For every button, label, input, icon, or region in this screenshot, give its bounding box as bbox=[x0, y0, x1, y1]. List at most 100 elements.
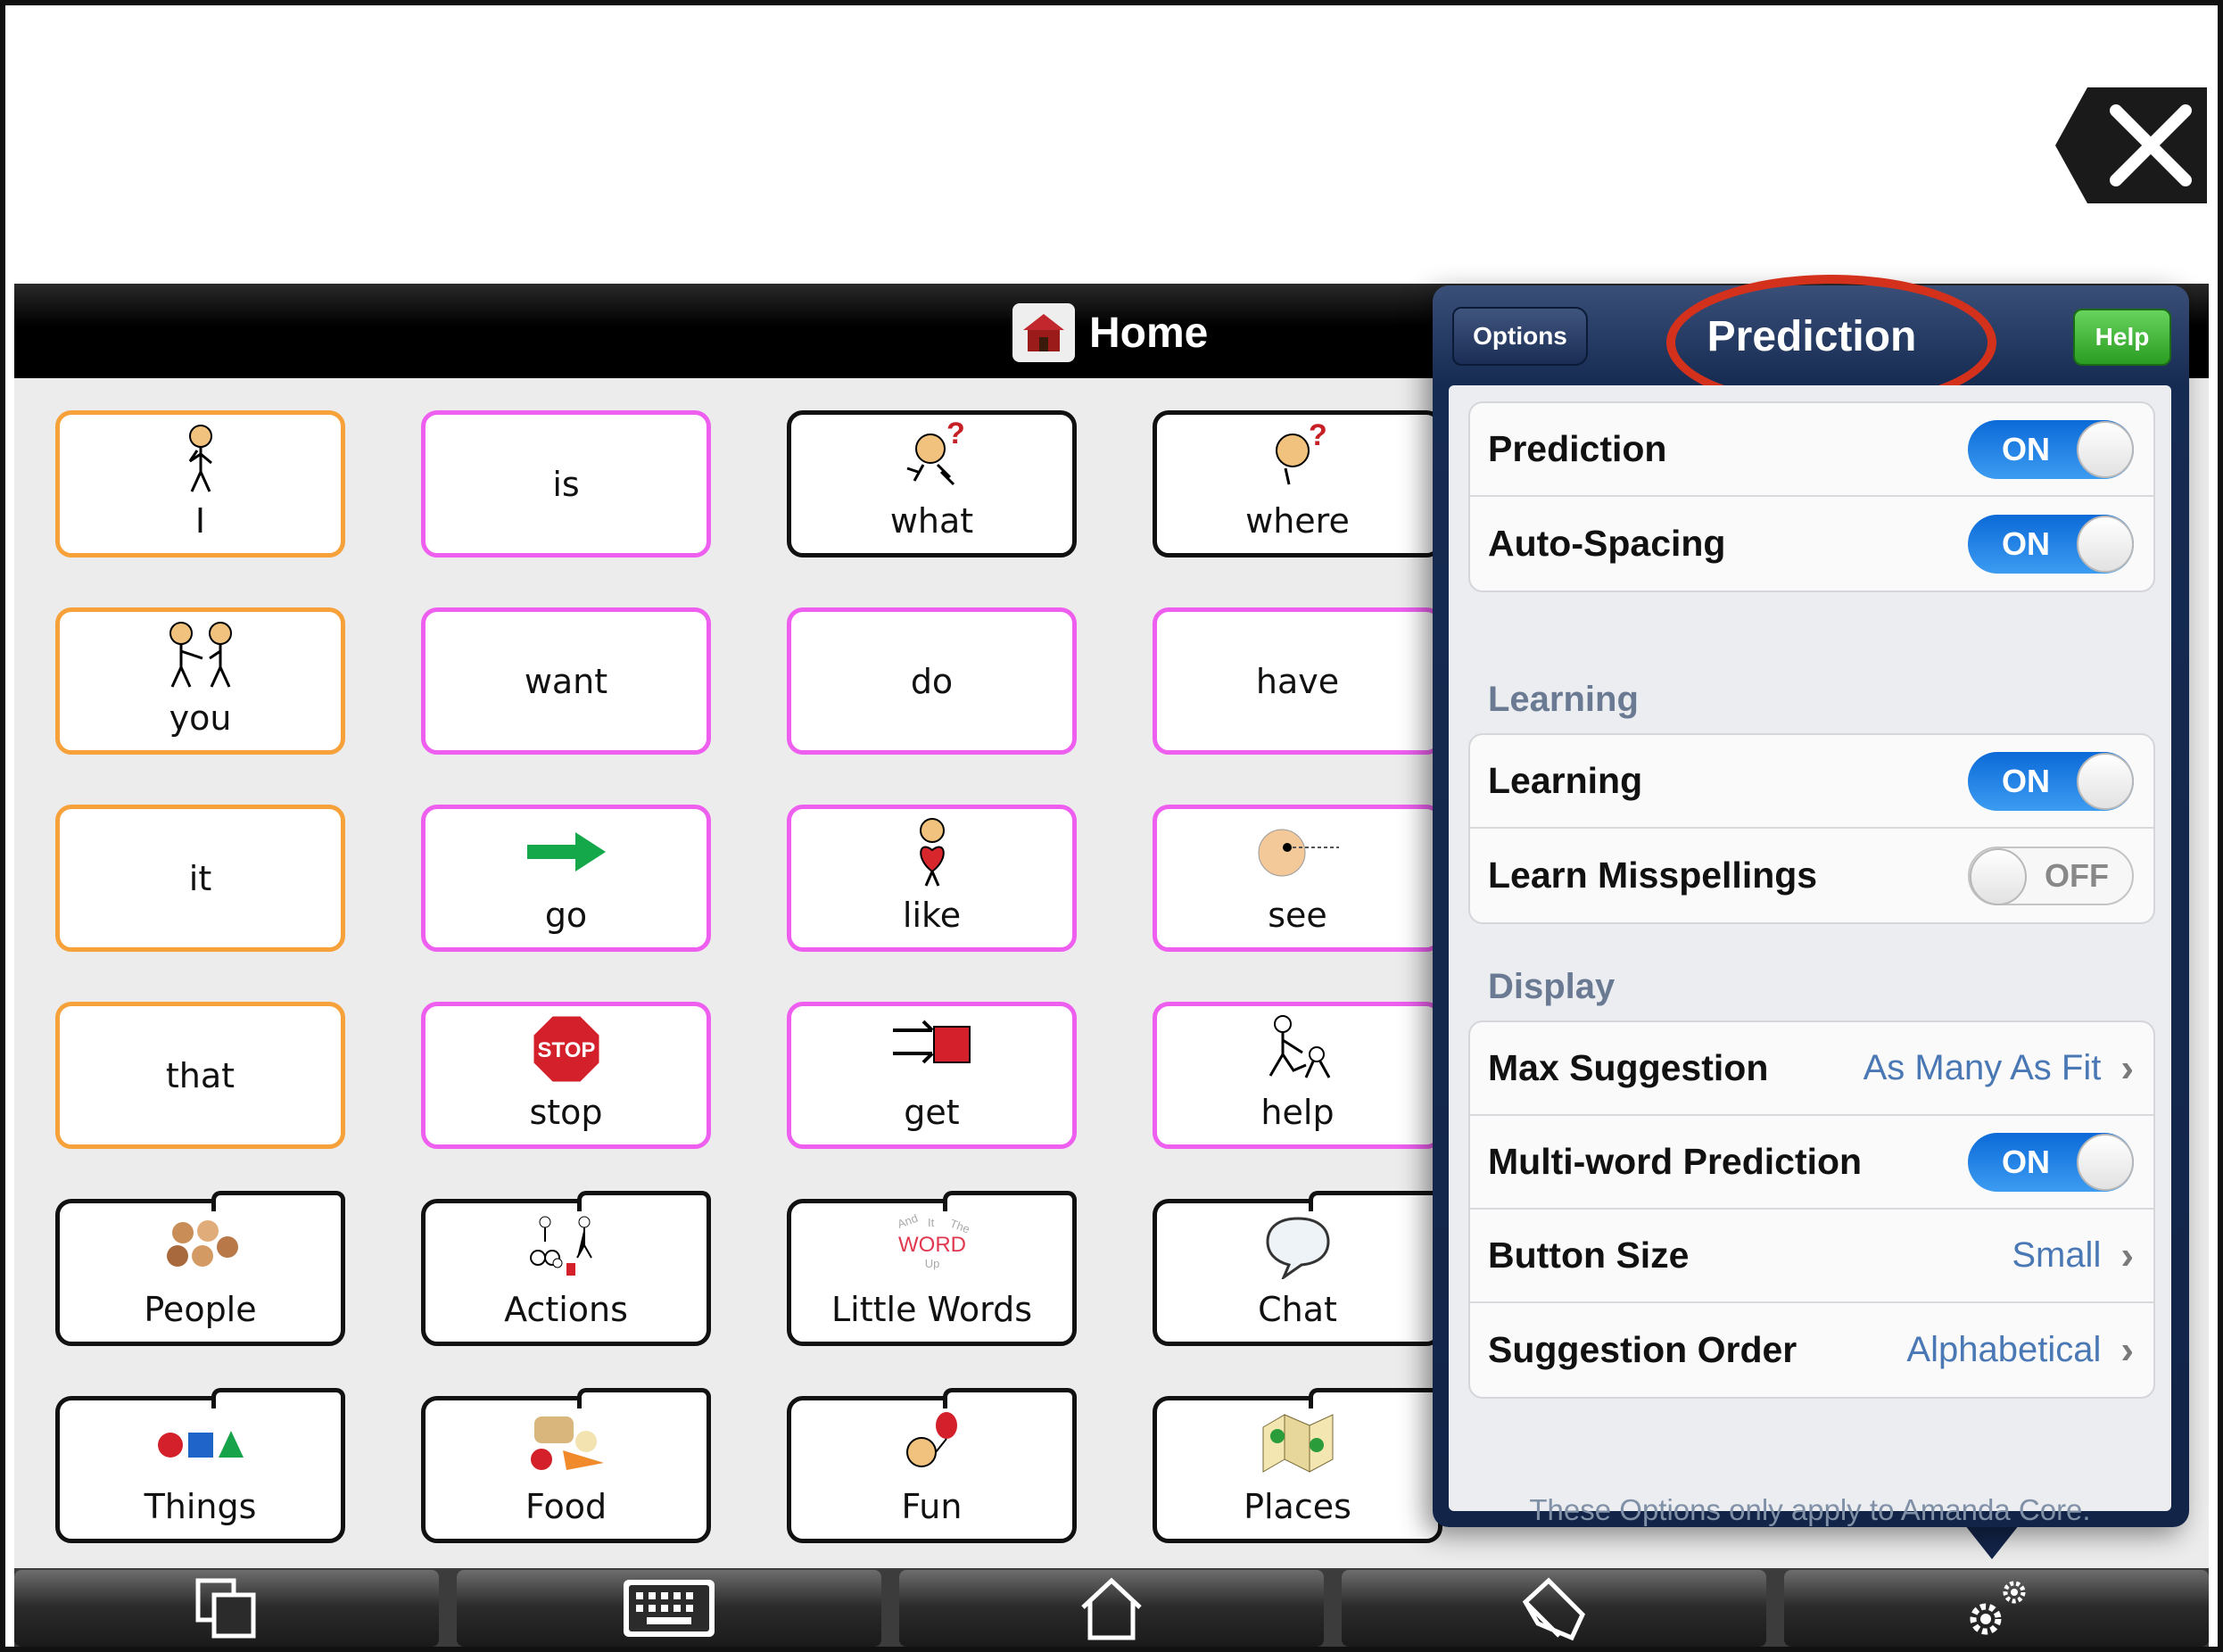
tile-label: Chat bbox=[1258, 1290, 1337, 1329]
help-button[interactable]: Help bbox=[2073, 309, 2171, 366]
tile-label: get bbox=[904, 1093, 960, 1132]
chevron-right-icon: › bbox=[2120, 1327, 2134, 1372]
tile-see[interactable]: see bbox=[1153, 805, 1442, 952]
two-people-pointing-icon bbox=[156, 618, 245, 691]
toggle-knob bbox=[2077, 1133, 2134, 1191]
edit-button[interactable] bbox=[1342, 1570, 1766, 1647]
folder-little-words[interactable]: And It The WORD Up Little Words bbox=[787, 1191, 1077, 1346]
chevron-right-icon: › bbox=[2120, 1233, 2134, 1277]
pencil-icon bbox=[1522, 1577, 1586, 1641]
setting-row-prediction: Prediction ON bbox=[1470, 403, 2153, 497]
house-icon bbox=[1012, 303, 1075, 362]
word-cloud-word: It bbox=[928, 1216, 935, 1229]
setting-label: Learning bbox=[1488, 760, 1643, 801]
tile-have[interactable]: have bbox=[1153, 607, 1442, 755]
tile-that[interactable]: that bbox=[55, 1002, 345, 1149]
toggle-state: ON bbox=[2002, 430, 2050, 467]
balloon-face-icon bbox=[897, 1407, 968, 1480]
tile-label: I bbox=[194, 501, 206, 541]
message-bar[interactable] bbox=[5, 5, 2209, 286]
setting-label: Auto-Spacing bbox=[1488, 523, 1726, 564]
tile-do[interactable]: do bbox=[787, 607, 1077, 755]
setting-row-max-suggestion[interactable]: Max Suggestion As Many As Fit › bbox=[1470, 1022, 2153, 1116]
bottom-toolbar bbox=[14, 1568, 2209, 1647]
setting-row-suggestion-order[interactable]: Suggestion Order Alphabetical › bbox=[1470, 1303, 2153, 1397]
options-back-button[interactable]: Options bbox=[1452, 307, 1588, 366]
tile-label: stop bbox=[529, 1093, 603, 1132]
learn-misspellings-toggle[interactable]: OFF bbox=[1968, 846, 2134, 905]
tile-label: that bbox=[165, 1055, 236, 1095]
setting-label: Multi-word Prediction bbox=[1488, 1141, 1863, 1182]
word-cloud-icon: And It The WORD Up bbox=[883, 1210, 981, 1283]
folder-actions[interactable]: Actions bbox=[421, 1191, 711, 1346]
stop-sign-icon: STOP bbox=[531, 1012, 602, 1086]
tile-is[interactable]: is bbox=[421, 410, 711, 558]
toggle-state: ON bbox=[2002, 525, 2050, 562]
setting-row-auto-spacing: Auto-Spacing ON bbox=[1470, 497, 2153, 591]
keyboard-button[interactable] bbox=[457, 1570, 881, 1647]
copy-pages-icon bbox=[195, 1578, 256, 1639]
home-icon bbox=[1081, 1577, 1142, 1640]
popover-header: Options Prediction Help bbox=[1433, 275, 2189, 410]
food-basket-icon bbox=[522, 1407, 611, 1480]
folder-fun[interactable]: Fun bbox=[787, 1388, 1077, 1543]
folder-people[interactable]: People bbox=[55, 1191, 345, 1346]
folder-places[interactable]: Places bbox=[1153, 1388, 1442, 1543]
chevron-right-icon: › bbox=[2120, 1045, 2134, 1090]
setting-row-learning: Learning ON bbox=[1470, 735, 2153, 829]
setting-row-button-size[interactable]: Button Size Small › bbox=[1470, 1210, 2153, 1303]
tile-label: Things bbox=[144, 1487, 257, 1526]
tile-label: you bbox=[169, 698, 232, 738]
clear-message-button[interactable] bbox=[2052, 84, 2211, 207]
tile-i[interactable]: I bbox=[55, 410, 345, 558]
settings-group: Prediction ON Auto-Spacing ON bbox=[1468, 401, 2155, 592]
page-title: Home bbox=[1012, 301, 1208, 364]
tile-label: it bbox=[188, 858, 212, 898]
folder-things[interactable]: Things bbox=[55, 1388, 345, 1543]
shapes-icon bbox=[156, 1407, 245, 1480]
tile-label: Food bbox=[525, 1487, 607, 1526]
tile-like[interactable]: like bbox=[787, 805, 1077, 952]
stop-sign-text: STOP bbox=[537, 1038, 595, 1062]
tile-want[interactable]: want bbox=[421, 607, 711, 755]
map-icon bbox=[1258, 1407, 1338, 1480]
settings-button[interactable] bbox=[1784, 1570, 2209, 1647]
setting-value: Alphabetical bbox=[1906, 1330, 2102, 1369]
tile-label: have bbox=[1255, 661, 1340, 701]
toggle-state: OFF bbox=[2045, 856, 2109, 894]
tile-you[interactable]: you bbox=[55, 607, 345, 755]
grab-box-icon bbox=[888, 1012, 977, 1086]
tile-help[interactable]: help bbox=[1153, 1002, 1442, 1149]
setting-label: Suggestion Order bbox=[1488, 1329, 1797, 1370]
gears-icon bbox=[1970, 1581, 2026, 1635]
tile-label: like bbox=[902, 896, 962, 935]
setting-value: As Many As Fit bbox=[1863, 1048, 2102, 1087]
popover-footnote: These Options only apply to Amanda Core. bbox=[1529, 1493, 2091, 1526]
tile-go[interactable]: go bbox=[421, 805, 711, 952]
learning-toggle[interactable]: ON bbox=[1968, 751, 2134, 811]
tile-get[interactable]: get bbox=[787, 1002, 1077, 1149]
tile-what[interactable]: ? what bbox=[787, 410, 1077, 558]
tile-it[interactable]: it bbox=[55, 805, 345, 952]
copy-pages-button[interactable] bbox=[14, 1570, 439, 1647]
prediction-toggle[interactable]: ON bbox=[1968, 419, 2134, 479]
tile-label: help bbox=[1260, 1093, 1335, 1132]
tile-label: where bbox=[1245, 501, 1350, 541]
tile-label: want bbox=[524, 661, 608, 701]
folder-chat[interactable]: Chat bbox=[1153, 1191, 1442, 1346]
tile-label: do bbox=[910, 661, 954, 701]
tile-where[interactable]: ? where bbox=[1153, 410, 1442, 558]
setting-row-multi-word-prediction: Multi-word Prediction ON bbox=[1470, 1116, 2153, 1210]
multi-word-prediction-toggle[interactable]: ON bbox=[1968, 1132, 2134, 1192]
auto-spacing-toggle[interactable]: ON bbox=[1968, 514, 2134, 574]
tile-label: People bbox=[144, 1290, 257, 1329]
green-arrow-icon bbox=[522, 815, 611, 888]
folder-food[interactable]: Food bbox=[421, 1388, 711, 1543]
word-cloud-word: And bbox=[895, 1214, 919, 1231]
svg-text:?: ? bbox=[1309, 422, 1327, 452]
page-title-text: Home bbox=[1089, 309, 1209, 357]
tile-stop[interactable]: STOP stop bbox=[421, 1002, 711, 1149]
settings-group: Max Suggestion As Many As Fit › Multi-wor… bbox=[1468, 1020, 2155, 1399]
toggle-knob bbox=[1970, 847, 2027, 905]
home-button[interactable] bbox=[899, 1570, 1324, 1647]
